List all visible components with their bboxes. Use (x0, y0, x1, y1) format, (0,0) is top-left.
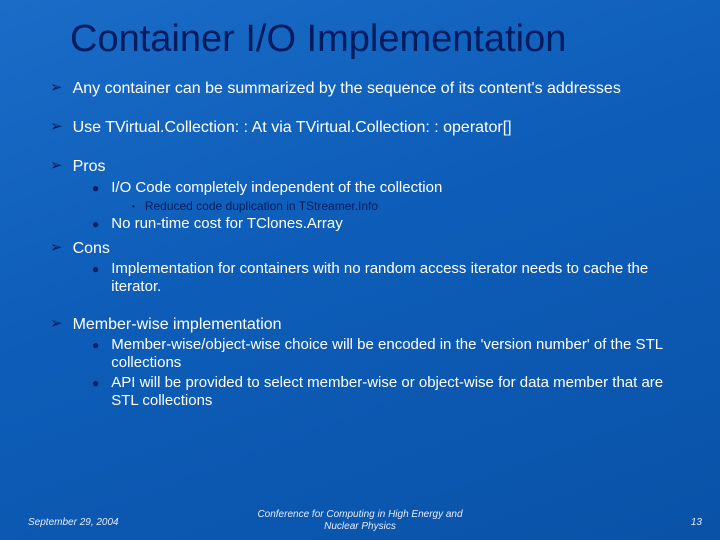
bullet-text: Reduced code duplication in TStreamer.In… (145, 199, 378, 213)
bullet-level1: ➢ Any container can be summarized by the… (50, 79, 690, 98)
chevron-right-icon: ➢ (50, 157, 63, 175)
bullet-level2: ● I/O Code completely independent of the… (92, 179, 690, 197)
bullet-text: Implementation for containers with no ra… (111, 260, 690, 296)
bullet-small-icon: • (132, 202, 135, 212)
footer-conf-line1: Conference for Computing in High Energy … (257, 509, 462, 520)
bullet-dot-icon: ● (92, 181, 99, 195)
bullet-level1: ➢ Use TVirtual.Collection: : At via TVir… (50, 118, 690, 137)
bullet-text: Cons (73, 239, 110, 258)
chevron-right-icon: ➢ (50, 118, 63, 136)
bullet-text: Pros (73, 157, 106, 176)
bullet-dot-icon: ● (92, 217, 99, 231)
bullet-text: Any container can be summarized by the s… (73, 79, 621, 98)
slide-content: ➢ Any container can be summarized by the… (0, 69, 720, 410)
footer-conference: Conference for Computing in High Energy … (0, 509, 720, 532)
chevron-right-icon: ➢ (50, 79, 63, 97)
bullet-level1: ➢ Cons (50, 239, 690, 258)
bullet-dot-icon: ● (92, 376, 99, 390)
slide-title: Container I/O Implementation (0, 0, 720, 69)
bullet-dot-icon: ● (92, 338, 99, 352)
bullet-level2: ● Member-wise/object-wise choice will be… (92, 336, 690, 372)
slide: Container I/O Implementation ➢ Any conta… (0, 0, 720, 540)
footer-conf-line2: Nuclear Physics (324, 521, 396, 532)
bullet-level3: • Reduced code duplication in TStreamer.… (132, 199, 690, 213)
bullet-level1: ➢ Member-wise implementation (50, 315, 690, 334)
bullet-text: No run-time cost for TClones.Array (111, 215, 342, 233)
bullet-text: I/O Code completely independent of the c… (111, 179, 442, 197)
bullet-text: Member-wise implementation (73, 315, 282, 334)
bullet-level2: ● No run-time cost for TClones.Array (92, 215, 690, 233)
bullet-text: Member-wise/object-wise choice will be e… (111, 336, 690, 372)
bullet-level2: ● Implementation for containers with no … (92, 260, 690, 296)
bullet-level2: ● API will be provided to select member-… (92, 374, 690, 410)
bullet-level1: ➢ Pros (50, 157, 690, 176)
chevron-right-icon: ➢ (50, 239, 63, 257)
footer-page-number: 13 (691, 517, 702, 528)
bullet-text: API will be provided to select member-wi… (111, 374, 690, 410)
bullet-text: Use TVirtual.Collection: : At via TVirtu… (73, 118, 512, 137)
bullet-dot-icon: ● (92, 262, 99, 276)
chevron-right-icon: ➢ (50, 315, 63, 333)
